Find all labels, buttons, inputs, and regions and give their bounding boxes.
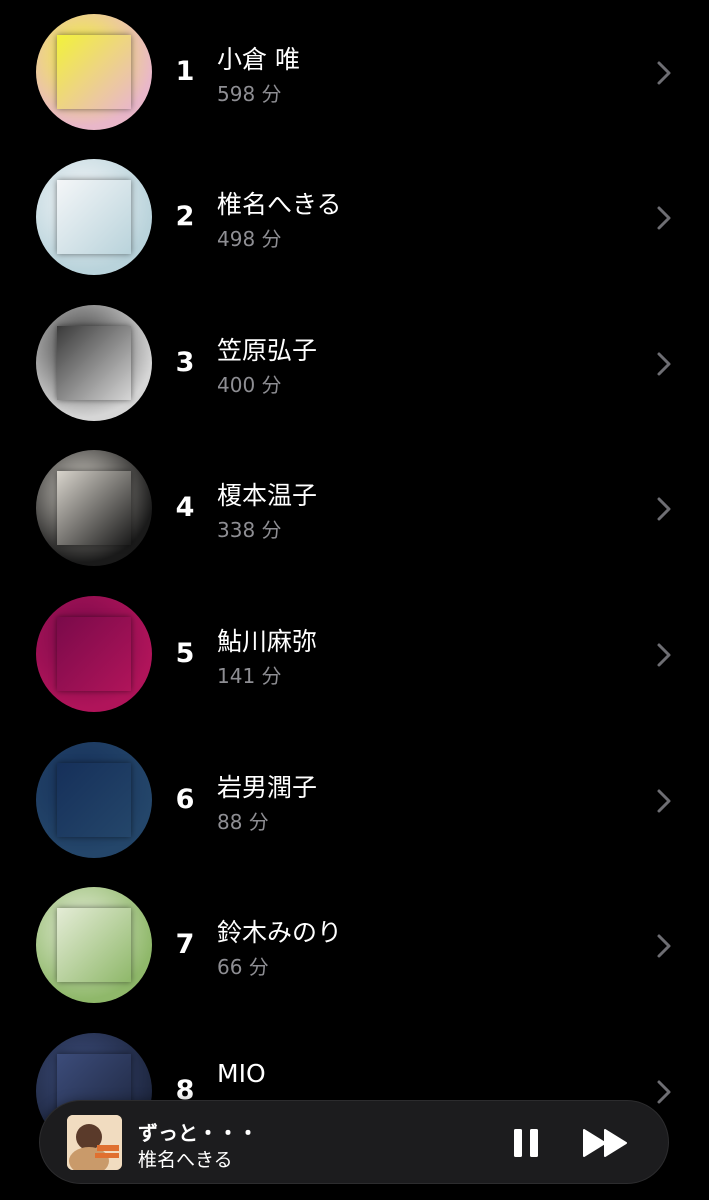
listening-minutes: 88 分 — [217, 810, 269, 834]
artist-row[interactable]: 1 小倉 唯 598 分 — [0, 0, 709, 145]
chevron-right-icon — [657, 61, 671, 85]
artist-name: 椎名へきる — [217, 190, 342, 219]
artist-name: 笠原弘子 — [217, 336, 318, 365]
album-cover — [57, 180, 131, 254]
rank-number: 4 — [175, 492, 195, 523]
album-cover — [57, 763, 131, 837]
listening-minutes: 598 分 — [217, 82, 282, 106]
now-playing-title: ずっと・・・ — [138, 1121, 258, 1145]
rank-number: 2 — [175, 201, 195, 232]
chevron-right-icon — [657, 497, 671, 521]
album-cover — [57, 471, 131, 545]
rank-number: 6 — [175, 784, 195, 815]
rank-number: 7 — [175, 929, 195, 960]
rank-number: 5 — [175, 638, 195, 669]
chevron-right-icon — [657, 934, 671, 958]
fast-forward-icon — [583, 1129, 627, 1157]
now-playing-artist: 椎名へきる — [138, 1149, 233, 1171]
listening-minutes: 66 分 — [217, 955, 269, 979]
chevron-right-icon — [657, 789, 671, 813]
listening-minutes: 338 分 — [217, 518, 282, 542]
mini-player[interactable]: ずっと・・・ 椎名へきる — [39, 1100, 669, 1184]
pause-button[interactable] — [508, 1125, 544, 1161]
album-cover — [57, 35, 131, 109]
artist-photo — [36, 887, 152, 1003]
artist-row[interactable]: 2 椎名へきる 498 分 — [0, 145, 709, 290]
listening-minutes: 498 分 — [217, 227, 282, 251]
artist-photo — [36, 305, 152, 421]
rank-number: 3 — [175, 347, 195, 378]
chevron-right-icon — [657, 643, 671, 667]
artist-photo — [36, 742, 152, 858]
artist-name: 小倉 唯 — [217, 45, 300, 74]
chevron-right-icon — [657, 1080, 671, 1104]
listening-minutes: 141 分 — [217, 664, 282, 688]
chevron-right-icon — [657, 206, 671, 230]
artist-photo — [36, 450, 152, 566]
artist-name: 鈴木みのり — [217, 918, 343, 947]
album-cover — [57, 617, 131, 691]
artist-row[interactable]: 7 鈴木みのり 66 分 — [0, 873, 709, 1018]
now-playing-artwork — [67, 1115, 122, 1170]
artist-name: 鮎川麻弥 — [217, 627, 318, 656]
next-track-button[interactable] — [581, 1125, 631, 1161]
artist-row[interactable]: 5 鮎川麻弥 141 分 — [0, 582, 709, 727]
artist-name: 岩男潤子 — [217, 773, 318, 802]
artist-name: MIO — [217, 1059, 266, 1088]
artist-photo — [36, 14, 152, 130]
artist-name: 榎本温子 — [217, 481, 318, 510]
artist-photo — [36, 159, 152, 275]
chevron-right-icon — [657, 352, 671, 376]
artist-photo — [36, 596, 152, 712]
rank-number: 1 — [175, 56, 195, 87]
album-cover — [57, 908, 131, 982]
artist-row[interactable]: 4 榎本温子 338 分 — [0, 436, 709, 581]
artist-row[interactable]: 6 岩男潤子 88 分 — [0, 728, 709, 873]
pause-icon — [514, 1129, 538, 1157]
album-cover — [57, 326, 131, 400]
listening-minutes: 400 分 — [217, 373, 282, 397]
artist-row[interactable]: 3 笠原弘子 400 分 — [0, 291, 709, 436]
